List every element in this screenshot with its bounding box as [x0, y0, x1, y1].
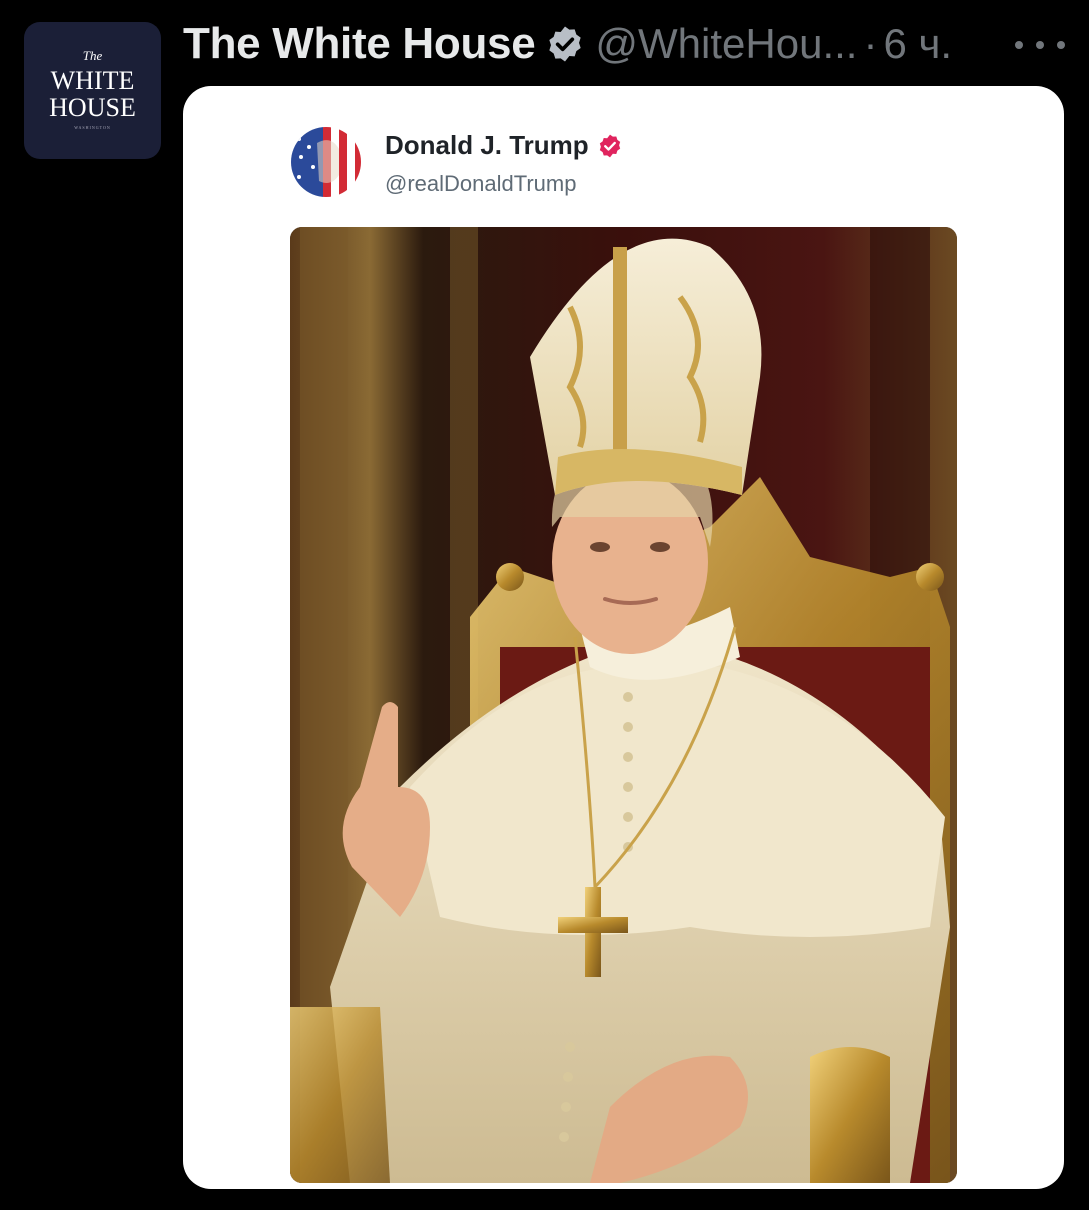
pope-portrait-illustration — [290, 227, 957, 1183]
embedded-author: Donald J. Trump — [385, 130, 623, 161]
separator-dot: · — [863, 20, 878, 67]
flag-portrait-avatar[interactable] — [291, 127, 361, 197]
embedded-post-card[interactable]: Donald J. Trump @realDonaldTrump — [183, 86, 1064, 1189]
avatar-line-4: WASHINGTON — [74, 125, 111, 130]
pope-portrait-image[interactable] — [290, 227, 957, 1183]
author-handle[interactable]: @WhiteHou... — [595, 20, 857, 68]
embedded-author-name[interactable]: Donald J. Trump — [385, 130, 589, 161]
more-dot — [1036, 41, 1044, 49]
tweet: The WHITE HOUSE WASHINGTON The White Hou… — [0, 0, 1089, 1210]
author-name[interactable]: The White House — [183, 19, 536, 69]
avatar-line-3: HOUSE — [49, 93, 136, 122]
avatar-line-1: The — [82, 48, 103, 63]
flag-portrait-icon — [291, 127, 361, 197]
more-options-icon[interactable] — [1015, 38, 1065, 52]
tweet-header: The White House @WhiteHou... · 6 ч. — [183, 14, 952, 74]
more-dot — [1057, 41, 1065, 49]
verified-badge-icon — [549, 26, 582, 62]
more-dot — [1015, 41, 1023, 49]
avatar-line-2: WHITE — [50, 66, 135, 95]
embedded-author-handle[interactable]: @realDonaldTrump — [385, 171, 576, 197]
timestamp[interactable]: 6 ч. — [883, 20, 952, 68]
verified-badge-icon — [599, 134, 620, 157]
white-house-avatar[interactable]: The WHITE HOUSE WASHINGTON — [24, 22, 161, 159]
